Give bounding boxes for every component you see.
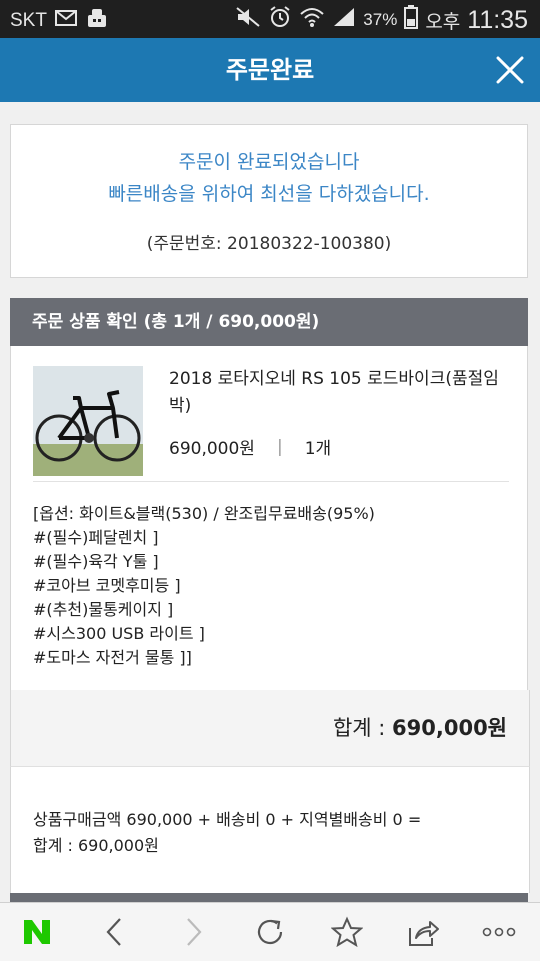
more-button[interactable] xyxy=(478,911,520,953)
order-summary-title: 주문 상품 확인 (총 1개 / 690,000원) xyxy=(32,312,320,332)
share-icon xyxy=(409,921,439,946)
signal-icon xyxy=(332,6,356,34)
total-value: 690,000원 xyxy=(392,716,507,740)
forward-icon xyxy=(187,918,202,946)
calculation-line: 상품구매금액 690,000 + 배송비 0 + 지역별배송비 0 = xyxy=(33,810,422,829)
wifi-icon xyxy=(299,6,325,34)
bookmark-button[interactable] xyxy=(326,911,368,953)
back-icon xyxy=(106,918,121,946)
product-options: [옵션: 화이트&블랙(530) / 완조립무료배송(95%) #(필수)페달렌… xyxy=(33,502,513,670)
more-icon xyxy=(482,927,516,937)
option-line: #도마스 자전거 물통 ]] xyxy=(33,648,192,667)
carrier-label: SKT xyxy=(10,10,47,31)
battery-icon xyxy=(404,5,419,35)
refresh-button[interactable] xyxy=(249,911,291,953)
robot-icon xyxy=(85,7,109,35)
page-title: 주문완료 xyxy=(225,56,315,84)
app-bar: 주문완료 xyxy=(0,38,540,102)
price-row: 690,000원 | 1개 xyxy=(169,434,332,460)
battery-percent: 37% xyxy=(363,10,398,29)
total-text: 합계 : 690,000원 xyxy=(333,712,507,742)
share-button[interactable] xyxy=(402,911,444,953)
product-card: 2018 로타지오네 RS 105 로드바이크(품절임박) 690,000원 |… xyxy=(10,346,528,690)
order-number: (주문번호: 20180322-100380) xyxy=(146,234,392,254)
option-line: #(필수)페달렌치 ] xyxy=(33,528,159,547)
product-image[interactable] xyxy=(33,366,143,476)
divider xyxy=(33,481,509,482)
completion-card: 주문이 완료되었습니다 빠른배송을 위하여 최선을 다하겠습니다. (주문번호:… xyxy=(10,124,528,278)
calculation-text: 상품구매금액 690,000 + 배송비 0 + 지역별배송비 0 = 합계 :… xyxy=(33,807,513,859)
status-bar: SKT 37% 오후 11:35 xyxy=(0,0,540,38)
delivery-message: 빠른배송을 위하여 최선을 다하겠습니다. xyxy=(108,183,430,205)
price-separator: | xyxy=(276,436,283,457)
product-name[interactable]: 2018 로타지오네 RS 105 로드바이크(품절임박) xyxy=(169,366,509,420)
naver-home-button[interactable] xyxy=(16,911,58,953)
mail-icon xyxy=(54,10,77,32)
refresh-icon xyxy=(257,919,283,945)
star-icon xyxy=(331,916,363,948)
close-icon xyxy=(496,56,524,84)
total-label: 합계 : xyxy=(332,716,386,740)
option-line: #코아브 코멧후미등 ] xyxy=(33,576,181,595)
back-button[interactable] xyxy=(94,911,136,953)
clock: 11:35 xyxy=(467,5,528,34)
forward-button[interactable] xyxy=(172,911,214,953)
alarm-icon xyxy=(268,5,292,35)
calculation-total: 합계 : 690,000원 xyxy=(33,836,159,855)
mute-icon xyxy=(235,6,261,34)
calculation-card: 상품구매금액 690,000 + 배송비 0 + 지역별배송비 0 = 합계 :… xyxy=(10,767,530,893)
status-right: 37% 오후 11:35 xyxy=(235,5,528,35)
close-button[interactable] xyxy=(490,50,530,90)
option-line: #(추천)물통케이지 ] xyxy=(33,600,174,619)
option-line: #시스300 USB 라이트 ] xyxy=(33,624,205,643)
product-price: 690,000원 xyxy=(169,439,255,459)
product-quantity: 1개 xyxy=(304,439,332,459)
order-summary-header: 주문 상품 확인 (총 1개 / 690,000원) xyxy=(10,298,528,346)
ampm-label: 오후 xyxy=(425,11,461,33)
option-line: #(필수)육각 Y툴 ] xyxy=(33,552,159,571)
total-bar: 합계 : 690,000원 xyxy=(10,690,530,767)
option-line: [옵션: 화이트&블랙(530) / 완조립무료배송(95%) xyxy=(33,504,375,523)
bottom-nav xyxy=(0,902,540,961)
completion-message: 주문이 완료되었습니다 xyxy=(178,151,360,173)
status-left: SKT xyxy=(10,7,109,35)
naver-logo xyxy=(24,920,50,944)
